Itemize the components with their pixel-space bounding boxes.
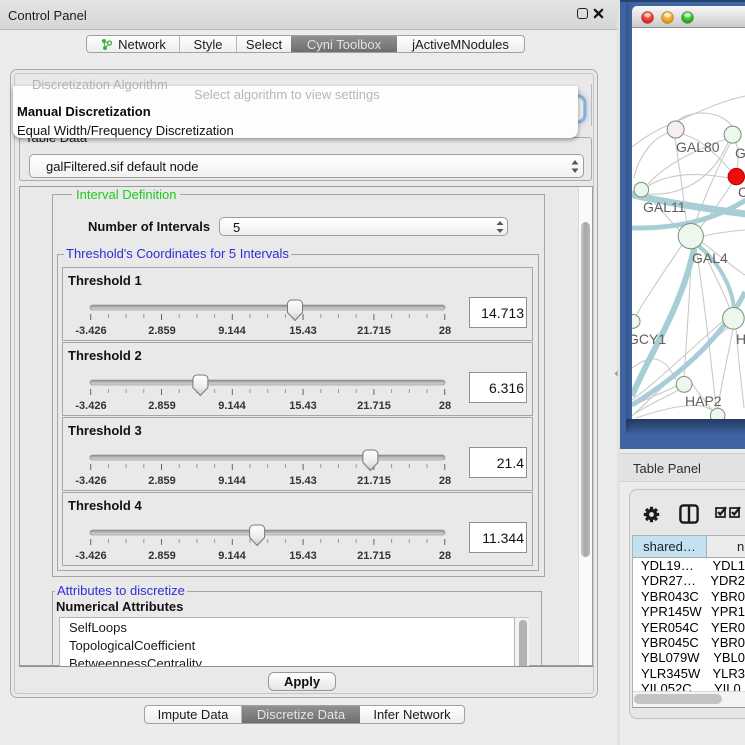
svg-text:C: C	[738, 184, 745, 200]
svg-text:GAL80: GAL80	[676, 139, 720, 155]
svg-text:H: H	[736, 331, 745, 347]
svg-text:GCY1: GCY1	[632, 331, 666, 347]
svg-text:HAP2: HAP2	[685, 393, 722, 409]
svg-text:GAL11: GAL11	[643, 199, 686, 215]
svg-text:GA: GA	[735, 145, 745, 161]
svg-text:GAL4: GAL4	[692, 250, 728, 266]
